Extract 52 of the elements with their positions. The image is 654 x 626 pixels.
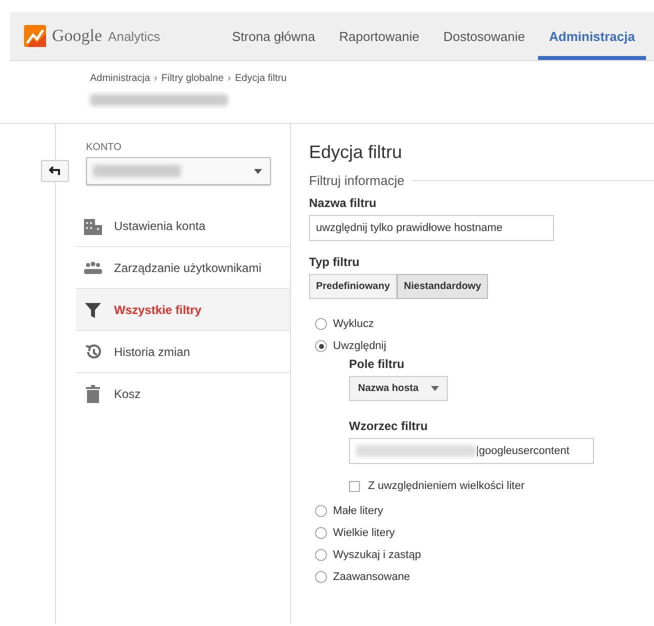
filter-type-toggle[interactable]: Predefiniowany bbox=[309, 274, 397, 299]
radio-button[interactable] bbox=[315, 549, 327, 561]
back-button[interactable] bbox=[41, 160, 69, 182]
sidebar-item[interactable]: Wszystkie filtry bbox=[76, 289, 290, 331]
dropdown-caret-icon bbox=[254, 168, 262, 174]
logo-text: Analytics bbox=[108, 28, 160, 44]
breadcrumb-link[interactable]: Administracja bbox=[90, 73, 150, 84]
back-arrow-icon bbox=[49, 166, 61, 176]
sidebar-item[interactable]: Kosz bbox=[76, 373, 290, 414]
option-label: Małe litery bbox=[333, 505, 384, 517]
field-label: Wzorzec filtru bbox=[349, 419, 429, 433]
option-label: Wyszukaj i zastąp bbox=[333, 549, 421, 561]
logo-icon bbox=[24, 25, 46, 47]
people-icon bbox=[84, 258, 102, 276]
account-dropdown[interactable] bbox=[86, 157, 271, 185]
input-field[interactable]: |googleusercontent bbox=[349, 438, 594, 464]
page-title: Edycja filtru bbox=[309, 142, 404, 163]
nav-tab[interactable]: Strona główna bbox=[221, 12, 326, 60]
radio-button[interactable] bbox=[315, 318, 327, 330]
radio-button[interactable] bbox=[315, 505, 327, 517]
filter-type-toggle[interactable]: Niestandardowy bbox=[396, 274, 488, 299]
section-label: KONTO bbox=[86, 142, 122, 153]
breadcrumb-separator: › bbox=[228, 73, 231, 84]
radio-button[interactable] bbox=[315, 527, 327, 539]
breadcrumb-current: Edycja filtru bbox=[234, 73, 287, 84]
dropdown-caret-icon bbox=[430, 386, 439, 391]
sidebar-item[interactable]: Historia zmian bbox=[76, 331, 290, 373]
checkbox-label: Z uwzględnieniem wielkości liter bbox=[368, 480, 525, 492]
field-label: Pole filtru bbox=[349, 357, 406, 371]
trash-icon bbox=[84, 384, 102, 402]
sidebar-item[interactable]: Ustawienia konta bbox=[76, 205, 290, 247]
input-field[interactable]: uwzględnij tylko prawidłowe hostname bbox=[309, 215, 554, 241]
field-label: Typ filtru bbox=[309, 255, 360, 269]
breadcrumb-separator: › bbox=[154, 73, 158, 84]
radio-button[interactable] bbox=[315, 340, 327, 352]
filter-icon bbox=[84, 300, 102, 318]
section-heading: Filtruj informacje bbox=[309, 173, 404, 188]
nav-tab[interactable]: Dostosowanie bbox=[432, 12, 536, 60]
breadcrumb-link[interactable]: Filtry globalne bbox=[161, 73, 224, 84]
building-icon bbox=[84, 216, 102, 234]
filter-field-dropdown[interactable]: Nazwa hosta bbox=[349, 376, 448, 401]
history-icon bbox=[84, 342, 102, 360]
checkbox[interactable] bbox=[349, 480, 360, 492]
logo-text: Google bbox=[52, 26, 102, 46]
nav-tab[interactable]: Raportowanie bbox=[328, 12, 430, 60]
option-label: Zaawansowane bbox=[333, 571, 410, 583]
option-label: Uwzględnij bbox=[333, 340, 386, 352]
option-label: Wyklucz bbox=[333, 318, 374, 330]
field-label: Nazwa filtru bbox=[309, 196, 378, 210]
nav-tab[interactable]: Administracja bbox=[538, 12, 646, 60]
radio-button[interactable] bbox=[315, 571, 327, 583]
option-label: Wielkie litery bbox=[333, 527, 395, 539]
